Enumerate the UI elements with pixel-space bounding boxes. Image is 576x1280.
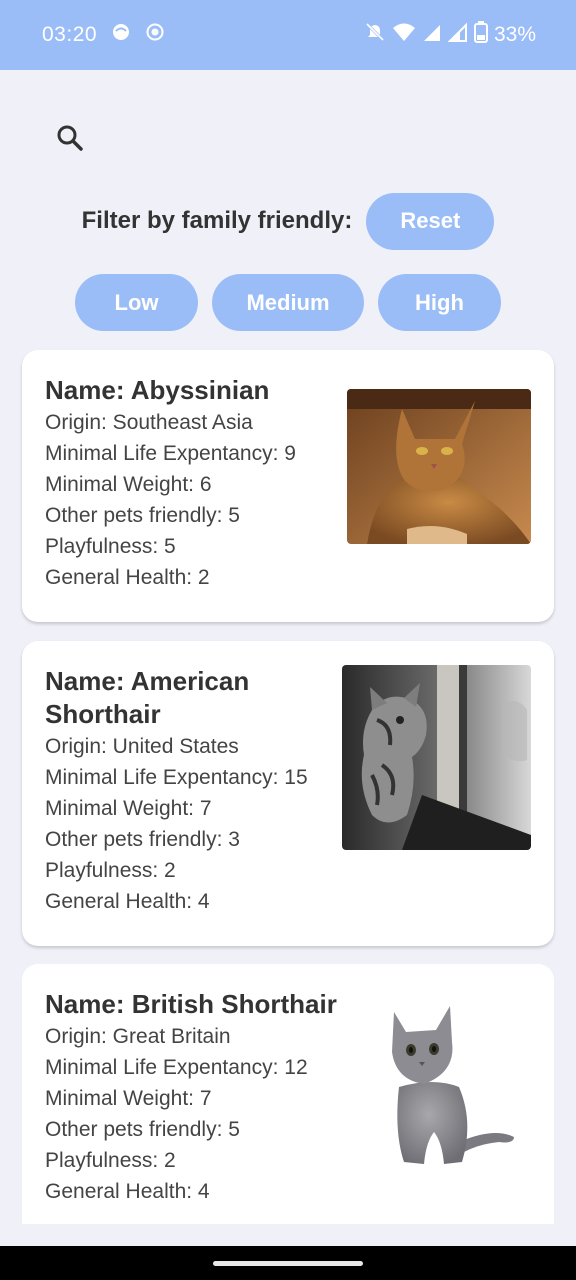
breed-info: Name: American Shorthair Origin: United …	[45, 665, 308, 917]
breed-weight: Minimal Weight: 6	[45, 473, 212, 496]
breed-weight: Minimal Weight: 7	[45, 797, 212, 820]
mute-icon	[364, 21, 386, 49]
abyssinian-cat-photo	[347, 389, 531, 544]
breed-playfulness: Playfulness: 2	[45, 1149, 176, 1172]
record-icon	[145, 22, 165, 48]
breed-pets-friendly: Other pets friendly: 5	[45, 504, 240, 527]
system-nav-bar	[0, 1246, 576, 1280]
breed-life-expectancy: Minimal Life Expentancy: 12	[45, 1056, 308, 1079]
breed-playfulness: Playfulness: 2	[45, 859, 176, 882]
home-gesture-handle[interactable]	[213, 1261, 363, 1266]
breed-card[interactable]: Name: American Shorthair Origin: United …	[22, 641, 554, 946]
breed-origin: Origin: Southeast Asia	[45, 411, 253, 434]
breed-health: General Health: 4	[45, 890, 210, 913]
battery-icon	[473, 21, 488, 49]
signal-icon	[447, 22, 468, 48]
status-time: 03:20	[42, 23, 98, 46]
breed-playfulness: Playfulness: 5	[45, 535, 176, 558]
breed-weight: Minimal Weight: 7	[45, 1087, 212, 1110]
breed-health: General Health: 4	[45, 1180, 210, 1203]
breed-info: Name: Abyssinian Origin: Southeast Asia …	[45, 374, 296, 593]
breed-life-expectancy: Minimal Life Expentancy: 15	[45, 766, 308, 789]
breed-card[interactable]: Name: Abyssinian Origin: Southeast Asia …	[22, 350, 554, 622]
breed-life-expectancy: Minimal Life Expentancy: 9	[45, 442, 296, 465]
signal-icon	[422, 22, 442, 48]
search-button[interactable]	[50, 120, 90, 160]
level-filter-group: Low Medium High	[0, 274, 576, 331]
breed-pets-friendly: Other pets friendly: 5	[45, 1118, 240, 1141]
breed-pets-friendly: Other pets friendly: 3	[45, 828, 240, 851]
breed-origin: Origin: Great Britain	[45, 1025, 231, 1048]
face-icon	[111, 22, 131, 48]
filter-label: Filter by family friendly:	[81, 207, 353, 234]
breed-health: General Health: 2	[45, 566, 210, 589]
filter-high-button[interactable]: High	[378, 274, 501, 331]
breed-card[interactable]: Name: British Shorthair Origin: Great Br…	[22, 964, 554, 1224]
breed-name: Name: American Shorthair	[45, 666, 250, 729]
reset-button[interactable]: Reset	[366, 192, 495, 250]
status-bar: 03:20 33%	[0, 0, 576, 70]
american-shorthair-cat-photo	[342, 665, 531, 850]
wifi-icon	[392, 22, 416, 48]
breed-origin: Origin: United States	[45, 735, 239, 758]
breed-name: Name: British Shorthair	[45, 989, 337, 1019]
battery-level: 33%	[493, 23, 536, 46]
breed-name: Name: Abyssinian	[45, 375, 270, 405]
search-icon	[56, 124, 84, 157]
filter-medium-button[interactable]: Medium	[212, 274, 364, 331]
breed-info: Name: British Shorthair Origin: Great Br…	[45, 988, 337, 1207]
filter-low-button[interactable]: Low	[75, 274, 198, 331]
british-shorthair-cat-photo	[364, 992, 519, 1170]
filter-row: Filter by family friendly: Reset	[0, 192, 576, 250]
